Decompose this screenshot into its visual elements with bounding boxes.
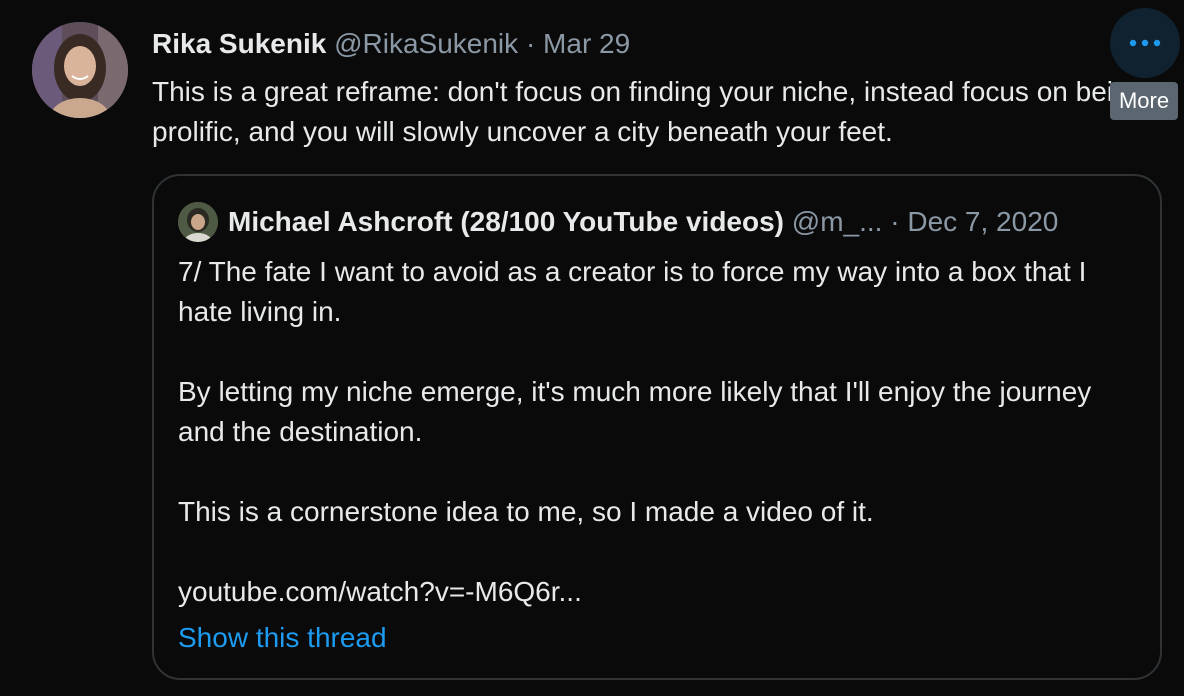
more-tooltip: More [1110,82,1178,120]
quoted-tweet-header: Michael Ashcroft (28/100 YouTube videos)… [228,204,1058,240]
quoted-tweet-card[interactable]: Michael Ashcroft (28/100 YouTube videos)… [152,174,1162,680]
quoted-link[interactable]: youtube.com/watch?v=-M6Q6r... [178,572,1138,612]
quoted-author-handle[interactable]: @m_... [792,206,883,237]
header-separator: · [525,28,536,59]
author-handle[interactable]: @RikaSukenik [334,28,518,59]
quoted-author-name[interactable]: Michael Ashcroft (28/100 YouTube videos) [228,206,784,237]
quoted-tweet-text: 7/ The fate I want to avoid as a creator… [178,252,1138,612]
quoted-paragraph: 7/ The fate I want to avoid as a creator… [178,256,1087,327]
show-thread-link[interactable]: Show this thread [178,620,387,656]
quoted-avatar-photo-icon [178,202,218,242]
author-name[interactable]: Rika Sukenik [152,28,326,59]
tweet-text: This is a great reframe: don't focus on … [152,76,1145,147]
quoted-author-avatar[interactable] [178,202,218,242]
quoted-tweet-date[interactable]: Dec 7, 2020 [907,206,1058,237]
tweet-date[interactable]: Mar 29 [543,28,630,59]
more-dots-icon [1129,39,1161,47]
quoted-paragraph: By letting my niche emerge, it's much mo… [178,376,1092,447]
avatar-photo-icon [32,22,128,118]
tweet[interactable]: Rika Sukenik @RikaSukenik · Mar 29 This … [0,0,1184,696]
more-button[interactable] [1110,8,1180,78]
author-avatar[interactable] [32,22,128,118]
quoted-paragraph: This is a cornerstone idea to me, so I m… [178,496,874,527]
tweet-header: Rika Sukenik @RikaSukenik · Mar 29 [152,26,630,62]
quoted-header-separator: · [890,206,900,237]
